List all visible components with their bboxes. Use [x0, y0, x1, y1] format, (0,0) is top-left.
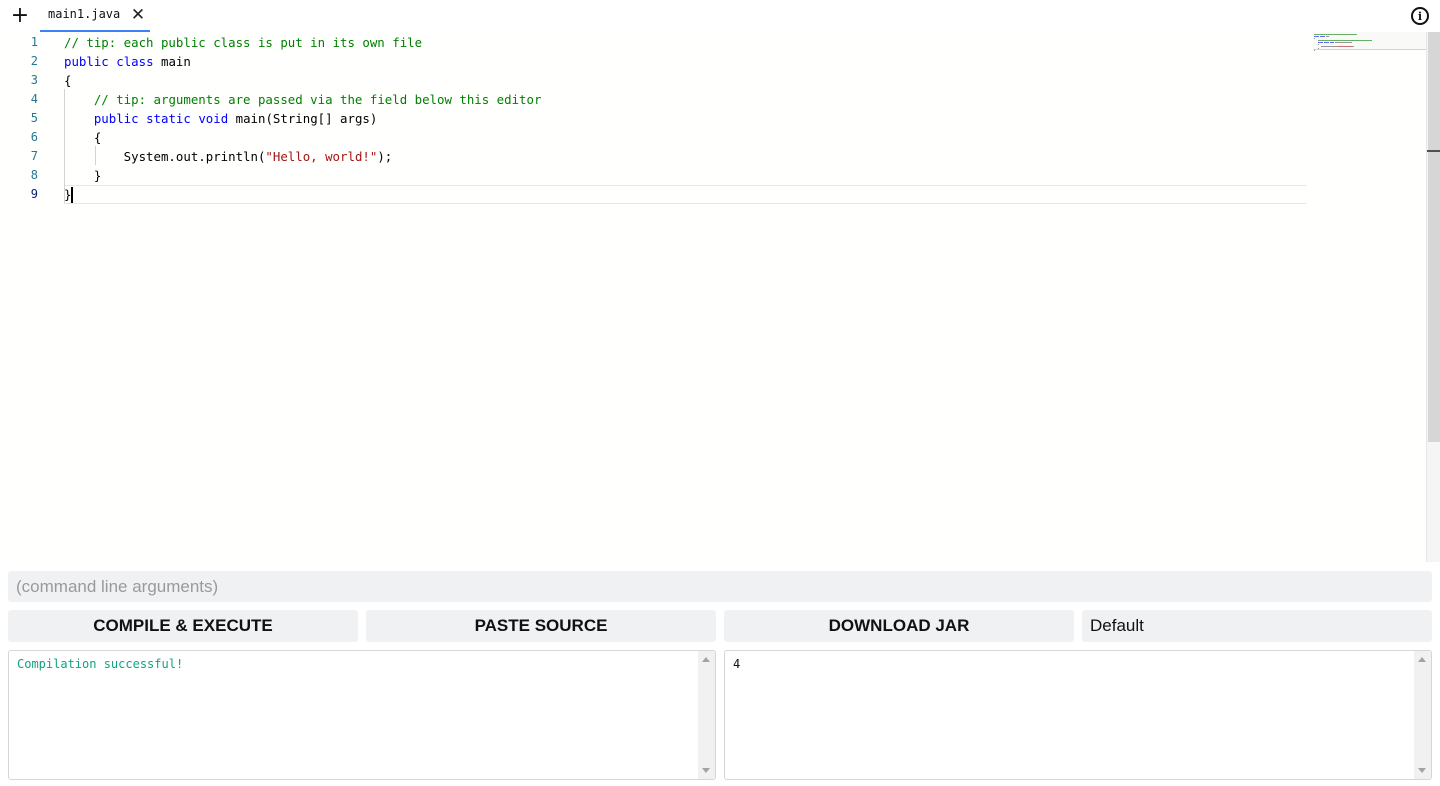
- paste-source-button[interactable]: PASTE SOURCE: [366, 610, 716, 642]
- code-token: // tip: each public class is put in its …: [64, 35, 423, 50]
- line-number: 1: [30, 35, 38, 49]
- line-number: 4: [30, 92, 38, 106]
- download-jar-button[interactable]: DOWNLOAD JAR: [724, 610, 1074, 642]
- program-output-panel[interactable]: 4: [724, 650, 1432, 780]
- code-token: // tip: arguments are passed via the fie…: [93, 92, 542, 107]
- tab-bar: + main1.java ✕ i: [0, 0, 1440, 32]
- code-token: static: [146, 111, 191, 126]
- line-number: 2: [30, 54, 38, 68]
- code-token: public: [93, 111, 139, 126]
- tab-label: main1.java: [48, 7, 121, 21]
- line-number: 5: [30, 111, 38, 125]
- scroll-down-arrow-icon[interactable]: [702, 768, 710, 773]
- code-token: {: [64, 130, 102, 145]
- command-line-arguments-input[interactable]: [8, 571, 1432, 602]
- code-line[interactable]: public static void main(String[] args): [64, 109, 378, 128]
- code-token: "Hello, world!": [265, 149, 378, 164]
- code-line[interactable]: public class main: [64, 52, 191, 71]
- code-line[interactable]: // tip: arguments are passed via the fie…: [64, 90, 542, 109]
- code-token: main: [153, 54, 191, 69]
- code-token: System.out.println(: [64, 149, 266, 164]
- code-line[interactable]: {: [64, 128, 101, 147]
- code-token: main(String[] args): [228, 111, 378, 126]
- code-line[interactable]: System.out.println("Hello, world!");: [64, 147, 393, 166]
- line-number: 6: [30, 130, 38, 144]
- scroll-down-arrow-icon[interactable]: [1418, 768, 1426, 773]
- code-line[interactable]: }: [64, 166, 101, 185]
- compile-output-scrollbar[interactable]: [698, 651, 715, 779]
- program-output-text: 4: [733, 657, 741, 671]
- line-number: 9: [30, 187, 38, 201]
- compile-execute-button[interactable]: COMPILE & EXECUTE: [8, 610, 358, 642]
- code-editor[interactable]: 1 2 3 4 5 6 7 8 9 // tip: each public class is p…: [0, 32, 1426, 562]
- compile-output-text: Compilation successful!: [17, 657, 184, 671]
- code-line[interactable]: {: [64, 71, 71, 90]
- scroll-up-arrow-icon[interactable]: [1418, 657, 1426, 662]
- line-number-gutter: 1 2 3 4 5 6 7 8 9: [0, 32, 50, 562]
- code-token: class: [116, 54, 154, 69]
- line-number: 3: [30, 73, 38, 87]
- code-line[interactable]: // tip: each public class is put in its …: [64, 33, 422, 52]
- minimap-line: [1314, 50, 1315, 51]
- code-text-area[interactable]: // tip: each public class is put in its …: [64, 32, 1306, 562]
- code-token: {: [64, 73, 72, 88]
- code-token: void: [198, 111, 229, 126]
- compile-output-panel[interactable]: Compilation successful!: [8, 650, 716, 780]
- info-icon[interactable]: i: [1411, 7, 1429, 25]
- text-cursor: [71, 187, 73, 203]
- select-value: Default: [1090, 616, 1144, 635]
- line-number: 7: [30, 149, 38, 163]
- compiler-version-select[interactable]: Default: [1082, 610, 1432, 642]
- close-icon[interactable]: ✕: [128, 4, 148, 26]
- add-tab-icon[interactable]: +: [8, 4, 32, 28]
- line-number: 8: [30, 168, 38, 182]
- program-output-scrollbar[interactable]: [1414, 651, 1431, 779]
- tab-main1-java[interactable]: main1.java ✕: [40, 0, 150, 32]
- editor-scroll-thumb[interactable]: [1428, 32, 1440, 442]
- code-token: public: [64, 54, 109, 69]
- scroll-up-arrow-icon[interactable]: [702, 657, 710, 662]
- editor-scrollbar[interactable]: [1426, 32, 1440, 562]
- minimap-viewport[interactable]: [1313, 32, 1426, 50]
- code-token: );: [377, 149, 393, 164]
- cursor-position-marker: [1427, 150, 1440, 152]
- code-token: }: [64, 168, 102, 183]
